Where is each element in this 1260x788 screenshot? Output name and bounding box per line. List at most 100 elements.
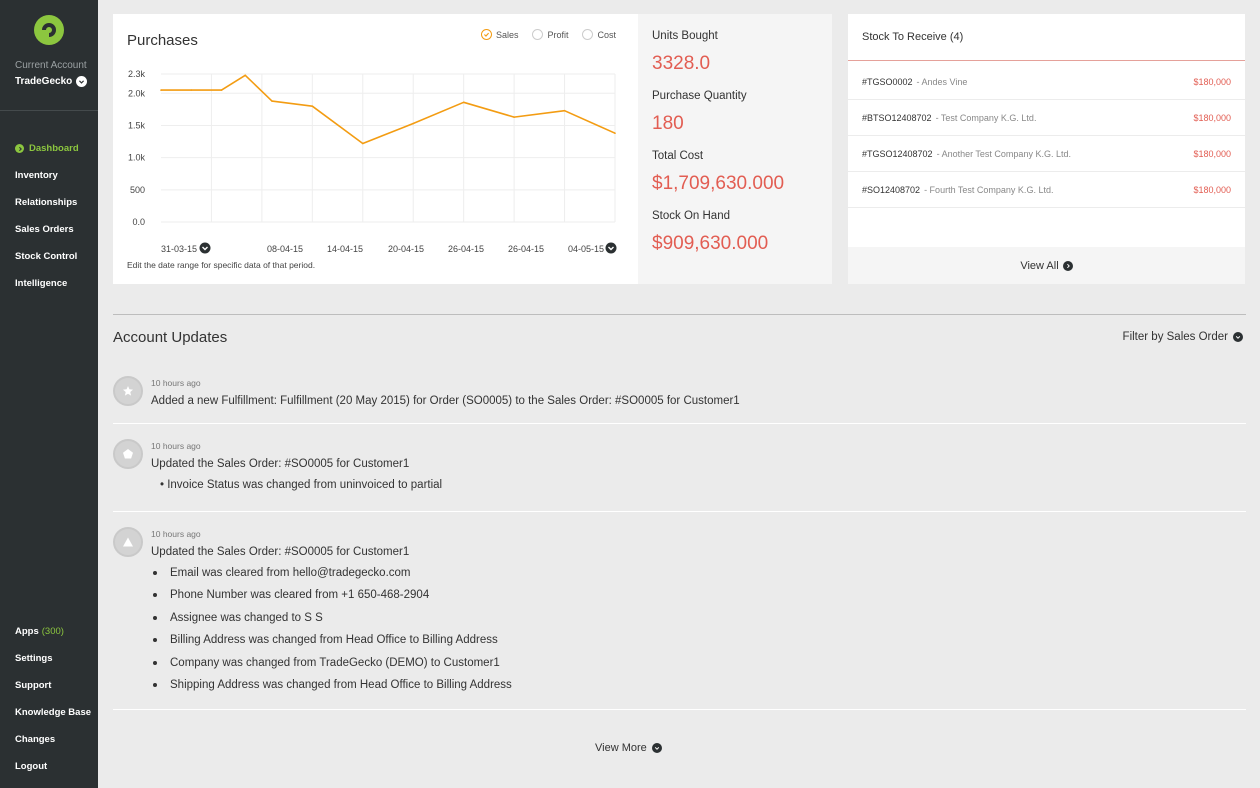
stock-title-underline: [848, 60, 1245, 61]
purchases-line-chart[interactable]: 2.3k 2.0k 1.5k 1.0k 500 0.0 31-03-15 08-04-15 14…: [113, 64, 638, 259]
nav-item-label: Relationships: [15, 197, 78, 208]
data-point: [361, 142, 364, 145]
detail-text: Company was changed from TradeGecko (DEM…: [170, 657, 500, 669]
pentagon-icon: [113, 439, 143, 469]
order-code[interactable]: #TGSO12408702: [862, 149, 933, 159]
chevron-down-icon: [76, 76, 88, 87]
update-detail: Billing Address was changed from Head Of…: [153, 634, 498, 646]
nav-item-settings[interactable]: Settings: [15, 645, 91, 672]
series-line-sales: [161, 74, 616, 145]
order-code[interactable]: #TGSO0002: [862, 77, 913, 87]
view-more-button[interactable]: View More: [595, 742, 662, 754]
start-date-chevron-icon: [199, 242, 211, 254]
account-switcher[interactable]: TradeGecko: [15, 76, 88, 87]
y-tick-label: 1.5k: [128, 120, 146, 130]
nav-item-label: Knowledge Base: [15, 707, 92, 718]
stock-list: #TGSO0002 - Andes Vine $180,000 #BTSO124…: [848, 64, 1245, 208]
nav-item-dashboard[interactable]: Dashboard: [15, 135, 79, 162]
data-point: [244, 74, 247, 77]
data-point: [513, 116, 515, 118]
bullet-icon: [153, 593, 157, 597]
nav-item-label: Intelligence: [15, 278, 68, 289]
stat-value-units-bought: 3328.0: [652, 53, 711, 74]
update-detail: Company was changed from TradeGecko (DEM…: [153, 657, 500, 669]
purchases-card: Purchases Sales Profit Cost 2.3k 2.0k 1.5k…: [113, 14, 638, 284]
nav-item-apps[interactable]: Apps (300): [15, 618, 91, 645]
dashboard-arrow-icon: [15, 144, 24, 153]
view-more-label: View More: [595, 742, 647, 754]
bullet-icon: [153, 616, 157, 620]
legend-cost[interactable]: Cost: [582, 29, 616, 40]
update-time: 10 hours ago: [151, 378, 201, 388]
y-tick-label: 500: [130, 185, 145, 195]
x-tick-label: 08-04-15: [267, 244, 303, 254]
order-amount: $180,000: [1193, 76, 1231, 87]
nav-item-label: Stock Control: [15, 251, 78, 262]
stock-title: Stock To Receive (4): [862, 31, 964, 43]
nav-item-stock-control[interactable]: Stock Control: [15, 243, 79, 270]
nav-item-relationships[interactable]: Relationships: [15, 189, 79, 216]
nav-item-inventory[interactable]: Inventory: [15, 162, 79, 189]
filter-dropdown[interactable]: Filter by Sales Order: [1123, 331, 1243, 343]
nav-item-sales-orders[interactable]: Sales Orders: [15, 216, 79, 243]
stat-label-units-bought: Units Bought: [652, 30, 718, 42]
nav-item-logout[interactable]: Logout: [15, 753, 91, 780]
detail-text: Billing Address was changed from Head Of…: [170, 634, 498, 646]
x-tick-label: 14-04-15: [327, 244, 363, 254]
view-all-button[interactable]: View All: [848, 247, 1245, 284]
x-tick-label: 04-05-15: [568, 244, 604, 254]
account-updates-title: Account Updates: [113, 329, 228, 346]
update-text: Updated the Sales Order: #SO0005 for Cus…: [151, 458, 410, 470]
view-all-label: View All: [1020, 259, 1059, 272]
chart-note: Edit the date range for specific data of…: [127, 260, 316, 270]
nav-item-changes[interactable]: Changes: [15, 726, 91, 753]
data-point: [160, 89, 162, 91]
stock-row[interactable]: #TGSO0002 - Andes Vine $180,000: [848, 64, 1245, 100]
detail-text: Assignee was changed to S S: [170, 612, 323, 624]
company-name: - Andes Vine: [916, 76, 968, 87]
order-code[interactable]: #SO12408702: [862, 185, 920, 195]
data-point: [190, 89, 193, 91]
end-date-chevron-icon: [605, 242, 617, 254]
main-nav: Dashboard Inventory Relationships Sales …: [15, 135, 79, 297]
bullet-icon: [153, 638, 157, 642]
nav-item-label: Sales Orders: [15, 224, 74, 235]
data-point: [462, 101, 465, 104]
stat-label-total-cost: Total Cost: [652, 150, 704, 162]
legend-profit[interactable]: Profit: [532, 29, 568, 40]
update-text: Added a new Fulfillment: Fulfillment (20…: [151, 395, 740, 407]
stock-row[interactable]: #TGSO12408702 - Another Test Company K.G…: [848, 136, 1245, 172]
update-time: 10 hours ago: [151, 529, 201, 539]
stock-row[interactable]: #SO12408702 - Fourth Test Company K.G. L…: [848, 172, 1245, 208]
order-amount: $180,000: [1193, 184, 1231, 195]
company-name: - Fourth Test Company K.G. Ltd.: [924, 184, 1054, 195]
order-amount: $180,000: [1193, 112, 1231, 123]
nav-item-label: Apps: [15, 626, 39, 637]
apps-count-badge: (300): [41, 626, 64, 637]
x-tick-label: 20-04-15: [388, 244, 424, 254]
triangle-icon: [113, 527, 143, 557]
checked-radio-icon: [480, 29, 492, 40]
nav-item-intelligence[interactable]: Intelligence: [15, 270, 79, 297]
tradegecko-logo-icon[interactable]: [33, 14, 65, 46]
update-time: 10 hours ago: [151, 441, 201, 451]
sidebar-divider: [0, 110, 98, 111]
nav-item-knowledge-base[interactable]: Knowledge Base: [15, 699, 91, 726]
stock-row[interactable]: #BTSO12408702 - Test Company K.G. Ltd. $…: [848, 100, 1245, 136]
y-tick-label: 0.0: [132, 217, 145, 227]
legend-sales[interactable]: Sales: [480, 29, 518, 40]
star-icon: [113, 376, 143, 406]
stat-value-purchase-quantity: 180: [652, 113, 684, 134]
data-point: [563, 109, 566, 112]
data-point: [412, 122, 415, 125]
update-text: Updated the Sales Order: #SO0005 for Cus…: [151, 546, 410, 558]
nav-item-label: Inventory: [15, 170, 58, 181]
bullet-icon: [153, 661, 157, 665]
account-name: TradeGecko: [15, 76, 73, 87]
order-code[interactable]: #BTSO12408702: [862, 113, 932, 123]
bullet-icon: [153, 683, 157, 687]
nav-item-support[interactable]: Support: [15, 672, 91, 699]
stats-card: Units Bought 3328.0 Purchase Quantity 18…: [638, 14, 832, 284]
company-name: - Another Test Company K.G. Ltd.: [936, 148, 1071, 159]
nav-item-label: Dashboard: [29, 143, 79, 154]
